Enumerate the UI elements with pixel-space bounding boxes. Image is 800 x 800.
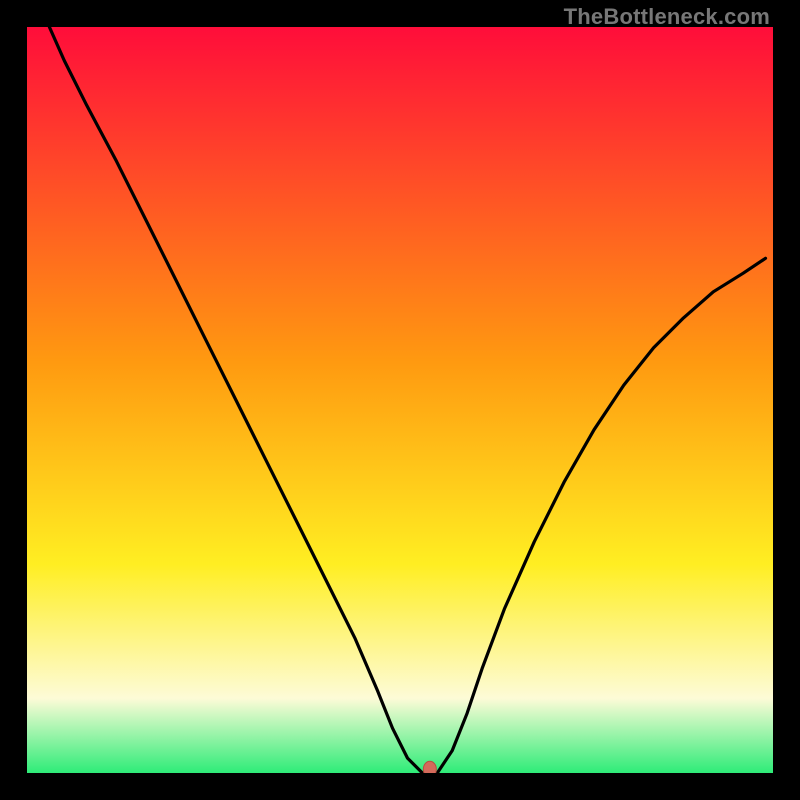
plot-area (27, 27, 773, 773)
minimum-marker (423, 761, 436, 773)
bottleneck-chart (27, 27, 773, 773)
gradient-background (27, 27, 773, 773)
chart-frame: TheBottleneck.com (0, 0, 800, 800)
